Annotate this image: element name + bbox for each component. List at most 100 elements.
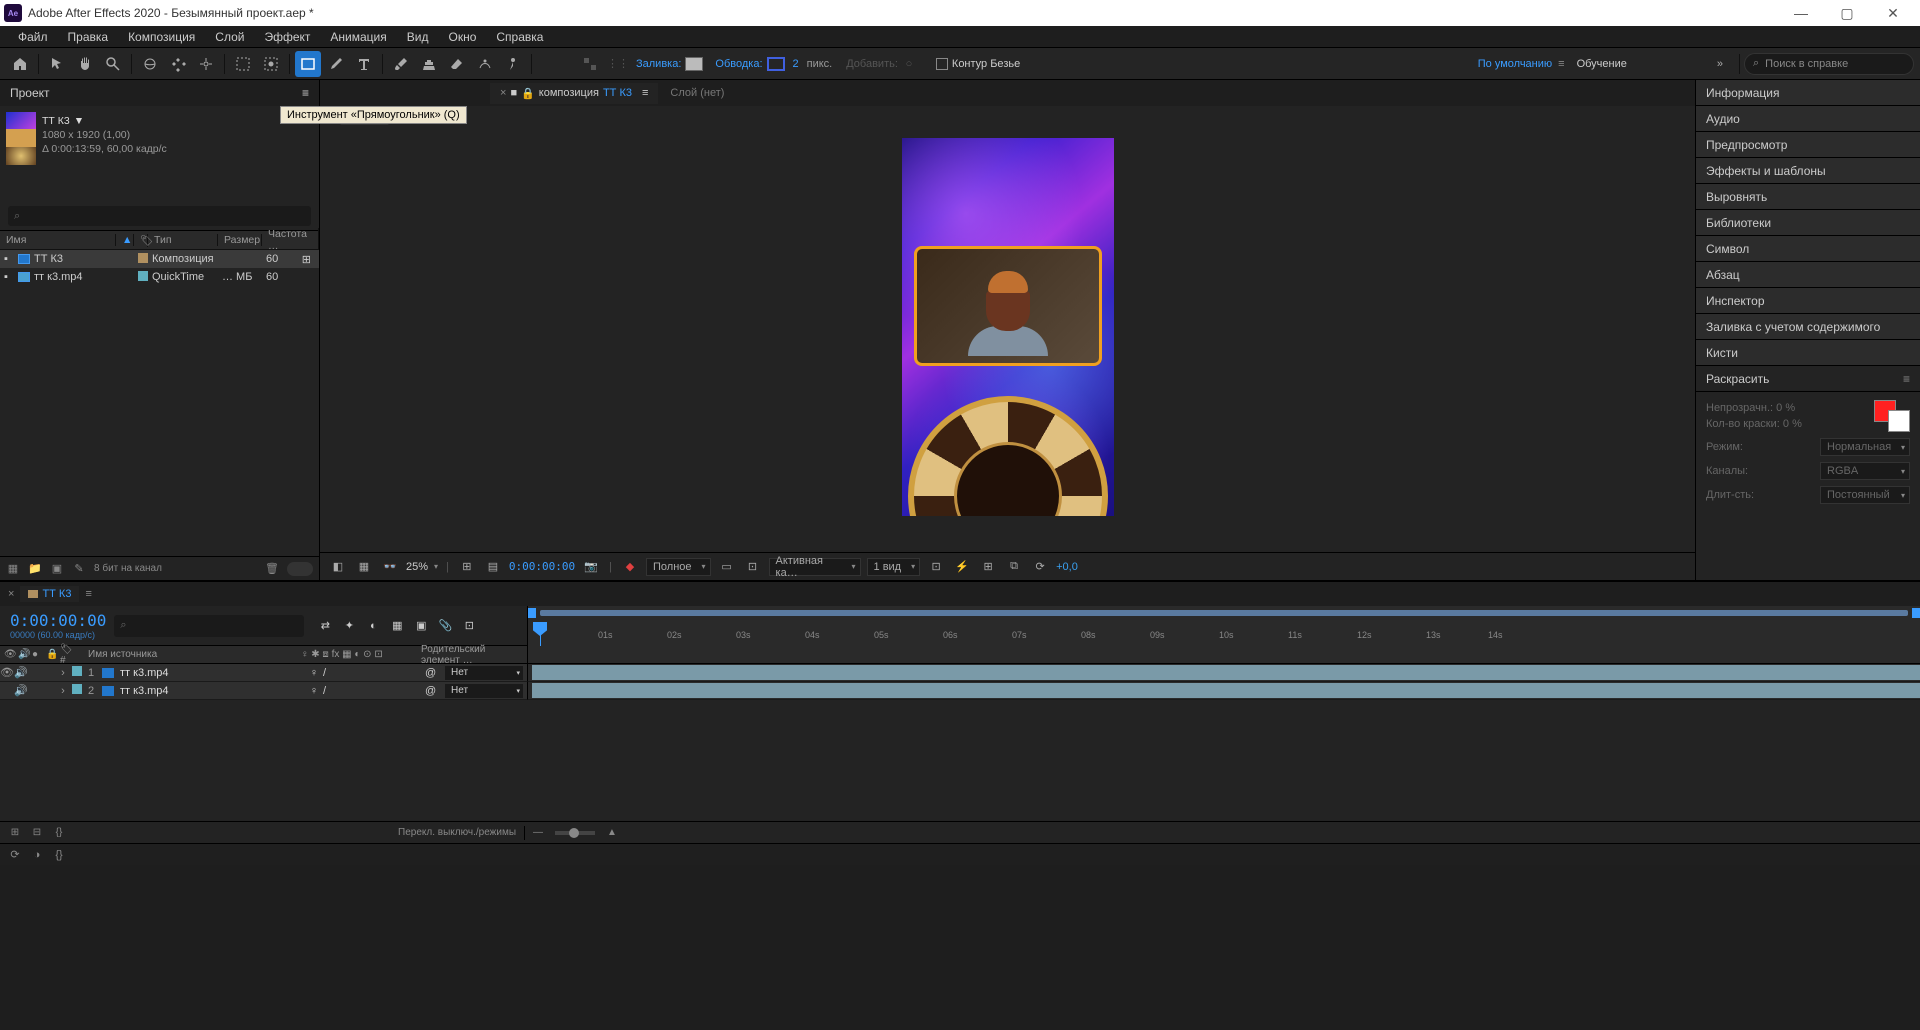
hand-tool[interactable] <box>72 51 98 77</box>
toggle-switches-label[interactable]: Перекл. выключ./режимы <box>398 827 516 838</box>
eraser-tool[interactable] <box>444 51 470 77</box>
roto-brush-tool[interactable] <box>472 51 498 77</box>
alpha-toggle-icon[interactable]: ◧ <box>328 557 348 577</box>
panel-align[interactable]: Выровнять <box>1696 184 1920 210</box>
panel-character[interactable]: Символ <box>1696 236 1920 262</box>
panel-audio[interactable]: Аудио <box>1696 106 1920 132</box>
timeline-layer-2[interactable]: 🔊 › 2 тт к3.mp4 ♀ / @ Нет <box>0 682 1920 700</box>
snap-options[interactable]: ⋮⋮ <box>605 51 631 77</box>
paint-channels-dropdown[interactable]: RGBA <box>1820 462 1910 480</box>
pen-tool[interactable] <box>323 51 349 77</box>
anchor-tool[interactable] <box>193 51 219 77</box>
menu-composition[interactable]: Композиция <box>118 28 205 46</box>
expand-icon[interactable]: › <box>56 667 70 679</box>
panel-libraries[interactable]: Библиотеки <box>1696 210 1920 236</box>
lock-icon[interactable]: 🔒 <box>521 87 535 100</box>
brush-tool[interactable] <box>388 51 414 77</box>
new-folder-icon[interactable]: 📁 <box>28 562 42 576</box>
mask-tool[interactable] <box>230 51 256 77</box>
3d-view-icon[interactable]: 👓 <box>380 557 400 577</box>
snapshot-icon[interactable]: 📷 <box>581 557 601 577</box>
panel-paint[interactable]: Раскрасить≡ <box>1696 366 1920 392</box>
viewer-timecode[interactable]: 0:00:00:00 <box>509 560 575 573</box>
stroke-label[interactable]: Обводка: <box>715 58 762 70</box>
timeline-tab[interactable]: ТТ К3 <box>20 586 79 602</box>
col-parent[interactable]: Родительский элемент … <box>417 644 527 666</box>
add-mode-icon[interactable]: ○ <box>902 57 916 71</box>
flowchart-icon[interactable]: ⊞ <box>298 253 319 266</box>
menu-help[interactable]: Справка <box>486 28 553 46</box>
close-tab-icon[interactable]: × <box>500 87 506 99</box>
help-search[interactable]: ⌕ Поиск в справке <box>1744 53 1914 75</box>
stroke-swatch[interactable] <box>767 57 785 71</box>
draft-3d-icon[interactable]: ▣ <box>414 619 428 633</box>
video-toggle[interactable]: 👁 <box>0 666 14 679</box>
timeline-search[interactable]: ⌕ <box>114 615 304 637</box>
fill-swatch[interactable] <box>685 57 703 71</box>
zoom-slider[interactable] <box>555 831 595 835</box>
flow-value[interactable]: 0 % <box>1783 418 1802 430</box>
motion-blur-icon[interactable]: ◐ <box>366 619 380 633</box>
col-name[interactable]: Имя <box>0 234 116 246</box>
status-icon-1[interactable]: ⟳ <box>8 848 22 862</box>
composition-canvas[interactable] <box>320 128 1695 552</box>
menu-window[interactable]: Окно <box>438 28 486 46</box>
close-button[interactable]: ✕ <box>1870 0 1916 26</box>
panel-menu-icon[interactable]: ≡ <box>302 86 309 100</box>
audio-toggle[interactable]: 🔊 <box>14 684 28 697</box>
panel-menu-icon[interactable]: ≡ <box>642 87 648 99</box>
col-label-icon[interactable]: 🏷 # <box>56 644 84 666</box>
panel-info[interactable]: Информация <box>1696 80 1920 106</box>
zoom-dropdown-icon[interactable]: ▾ <box>434 562 438 571</box>
viewer-tab-comp[interactable]: × ■ 🔒 композиция ТТ К3 ≡ <box>490 83 658 104</box>
col-video-icon[interactable]: 👁 <box>0 649 14 660</box>
frame-blend-icon[interactable]: ✦ <box>342 619 356 633</box>
paint-mode-dropdown[interactable]: Нормальная <box>1820 438 1910 456</box>
col-label-icon[interactable]: 🏷 <box>134 234 148 247</box>
zoom-out-icon[interactable]: — <box>533 827 543 838</box>
shy-toggle-icon[interactable]: ⇄ <box>318 619 332 633</box>
toggle-inout-icon[interactable]: {} <box>52 826 66 840</box>
render-icon[interactable]: ⊡ <box>462 619 476 633</box>
safe-zones-icon[interactable]: ⊞ <box>457 557 477 577</box>
opacity-value[interactable]: 0 % <box>1776 402 1795 414</box>
timeline-timecode[interactable]: 0:00:00:00 <box>10 611 106 630</box>
parent-dropdown[interactable]: Нет <box>445 666 523 680</box>
timeline-layer-1[interactable]: 👁 🔊 › 1 тт к3.mp4 ♀ / @ Нет <box>0 664 1920 682</box>
maximize-button[interactable]: ▢ <box>1824 0 1870 26</box>
pickwhip-icon[interactable]: @ <box>425 667 441 679</box>
layer-bar-2[interactable] <box>528 682 1920 700</box>
clone-stamp-tool[interactable] <box>416 51 442 77</box>
project-item-comp[interactable]: ▪ ТТ К3 Композиция 60 ⊞ <box>0 250 319 268</box>
col-size[interactable]: Размер <box>218 234 262 246</box>
draft-3d-icon[interactable]: ⊡ <box>743 557 763 577</box>
learn-link[interactable]: Обучение <box>1577 58 1627 70</box>
pan-behind-tool[interactable] <box>165 51 191 77</box>
menu-effect[interactable]: Эффект <box>254 28 320 46</box>
views-dropdown[interactable]: 1 вид <box>867 558 921 576</box>
orbit-tool[interactable] <box>137 51 163 77</box>
fast-previews-icon[interactable]: ⚡ <box>952 557 972 577</box>
panel-effects[interactable]: Эффекты и шаблоны <box>1696 158 1920 184</box>
project-search[interactable]: ⌕ <box>8 206 311 226</box>
minimize-button[interactable]: — <box>1778 0 1824 26</box>
workspace-selector[interactable]: По умолчанию ≡ <box>1478 58 1565 70</box>
pixel-aspect-icon[interactable]: ⊡ <box>926 557 946 577</box>
pickwhip-icon[interactable]: @ <box>425 685 441 697</box>
viewer-tab-layer[interactable]: Слой (нет) <box>658 83 736 103</box>
puppet-tool[interactable] <box>500 51 526 77</box>
close-tab-icon[interactable]: × <box>8 588 14 600</box>
col-sort-icon[interactable]: ▲ <box>116 234 134 246</box>
dropdown-icon[interactable]: ▼ <box>74 114 84 128</box>
menu-view[interactable]: Вид <box>397 28 439 46</box>
zoom-tool[interactable] <box>100 51 126 77</box>
camera-dropdown[interactable]: Активная ка… <box>769 558 861 576</box>
parent-dropdown[interactable]: Нет <box>445 684 523 698</box>
resolution-dropdown[interactable]: Полное <box>646 558 711 576</box>
col-framerate[interactable]: Частота … <box>262 228 319 252</box>
selection-tool[interactable] <box>44 51 70 77</box>
timeline-ruler[interactable]: 01s 02s 03s 04s 05s 06s 07s 08s 09s 10s … <box>528 606 1920 646</box>
menu-edit[interactable]: Правка <box>58 28 119 46</box>
new-comp-icon[interactable]: ▣ <box>50 562 64 576</box>
background-swatch[interactable] <box>1888 410 1910 432</box>
